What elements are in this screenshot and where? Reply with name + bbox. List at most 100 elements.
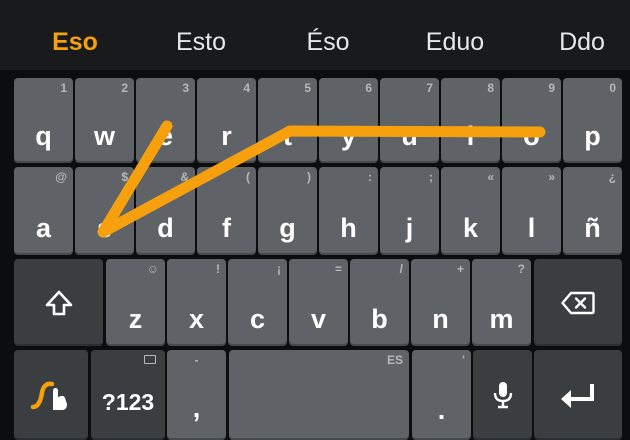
key-l[interactable]: » l (502, 167, 561, 255)
key-hint: 4 (243, 81, 250, 95)
key-hint: : (368, 170, 372, 184)
key-hint: ☺ (146, 262, 159, 276)
key-hint: $ (121, 170, 128, 184)
suggestion-item[interactable]: Eduo (426, 0, 484, 70)
key-b[interactable]: / b (350, 259, 409, 346)
key-hint: 3 (182, 81, 189, 95)
suggestion-bar: Eso Esto Éso Eduo Ddo (0, 0, 630, 70)
key-hint: / (399, 262, 403, 276)
enter-return-icon (534, 350, 622, 440)
shift-key[interactable] (14, 259, 103, 346)
enter-key[interactable] (534, 350, 622, 440)
key-w[interactable]: 2w (75, 78, 134, 163)
key-k[interactable]: «k (441, 167, 500, 255)
key-h[interactable]: :h (319, 167, 378, 255)
key-j[interactable]: ; j (380, 167, 439, 255)
key-label: w (93, 121, 115, 151)
comma-key[interactable]: - , (167, 350, 226, 440)
key-label: l (527, 213, 536, 243)
key-s[interactable]: $ s (75, 167, 134, 255)
suggestion-item[interactable]: Esto (176, 0, 226, 70)
key-label: x (188, 304, 205, 334)
language-indicator: ES (386, 353, 403, 367)
key-hint: ( (246, 170, 250, 184)
key-label: e (157, 121, 174, 151)
key-label: . (437, 395, 446, 425)
key-r[interactable]: 4r (197, 78, 256, 163)
key-g[interactable]: ) g (258, 167, 317, 255)
keyboard: Eso Esto Éso Eduo Ddo 1q 2w 3e 4r 5t 6y … (0, 0, 630, 440)
key-hint: 6 (365, 81, 372, 95)
key-hint: ; (429, 170, 433, 184)
swype-logo-icon (14, 350, 88, 440)
key-hint: 7 (426, 81, 433, 95)
key-a[interactable]: @ a (14, 167, 73, 255)
key-hint: ' (462, 353, 465, 367)
key-hint: 8 (487, 81, 494, 95)
key-p[interactable]: 0p (563, 78, 622, 163)
key-q[interactable]: 1q (14, 78, 73, 163)
key-d[interactable]: & d (136, 167, 195, 255)
key-f[interactable]: (f (197, 167, 256, 255)
key-hint: & (180, 170, 189, 184)
suggestion-item[interactable]: Ddo (559, 0, 605, 70)
microphone-icon (473, 350, 532, 440)
key-label: c (249, 304, 266, 334)
key-hint: 0 (609, 81, 616, 95)
key-label: j (405, 213, 414, 243)
key-label: y (340, 121, 357, 151)
key-c[interactable]: ¡ c (228, 259, 287, 346)
period-key[interactable]: ' . (412, 350, 471, 440)
microphone-key[interactable] (473, 350, 532, 440)
key-hint: ¿ (608, 170, 616, 184)
key-label: b (371, 304, 388, 334)
key-label: s (96, 213, 113, 243)
swype-key[interactable] (14, 350, 88, 440)
key-hint: ! (216, 262, 220, 276)
key-n-tilde[interactable]: ¿ ñ (563, 167, 622, 255)
symbols-label: ?123 (101, 389, 155, 415)
key-label: f (222, 213, 231, 243)
key-u[interactable]: 7u (380, 78, 439, 163)
key-hint: » (548, 170, 555, 184)
key-label: ñ (584, 213, 601, 243)
key-label: u (401, 121, 418, 151)
key-label: p (584, 121, 601, 151)
key-n[interactable]: + n (411, 259, 470, 346)
key-y[interactable]: 6y (319, 78, 378, 163)
key-hint: 9 (548, 81, 555, 95)
key-o[interactable]: 9o (502, 78, 561, 163)
suggestion-item[interactable]: Éso (306, 0, 349, 70)
key-label: i (466, 121, 475, 151)
key-label: t (283, 121, 292, 151)
key-hint: ? (517, 262, 525, 276)
key-label: , (192, 393, 201, 423)
key-hint: + (456, 262, 464, 276)
key-z[interactable]: ☺ z (106, 259, 165, 346)
key-x[interactable]: ! x (167, 259, 226, 346)
key-label: a (35, 213, 52, 243)
key-i[interactable]: 8i (441, 78, 500, 163)
shift-arrow-icon (14, 259, 103, 346)
key-e[interactable]: 3e (136, 78, 195, 163)
symbols-key[interactable]: ?123 (91, 350, 165, 440)
key-label: n (432, 304, 449, 334)
key-hint: = (334, 262, 342, 276)
key-hint: ) (307, 170, 311, 184)
clipboard-icon (144, 355, 156, 364)
key-hint: @ (55, 170, 67, 184)
key-m[interactable]: ? m (472, 259, 531, 346)
key-v[interactable]: = v (289, 259, 348, 346)
key-label: r (221, 121, 232, 151)
key-label: z (128, 304, 143, 334)
key-hint: « (487, 170, 494, 184)
key-t[interactable]: 5t (258, 78, 317, 163)
key-label: g (279, 213, 296, 243)
key-label: d (157, 213, 174, 243)
key-hint: 5 (304, 81, 311, 95)
key-hint: ¡ (277, 262, 281, 276)
delete-key[interactable] (534, 259, 622, 346)
suggestion-item[interactable]: Eso (52, 0, 98, 70)
space-key[interactable]: ES (229, 350, 409, 440)
key-label: k (462, 213, 479, 243)
